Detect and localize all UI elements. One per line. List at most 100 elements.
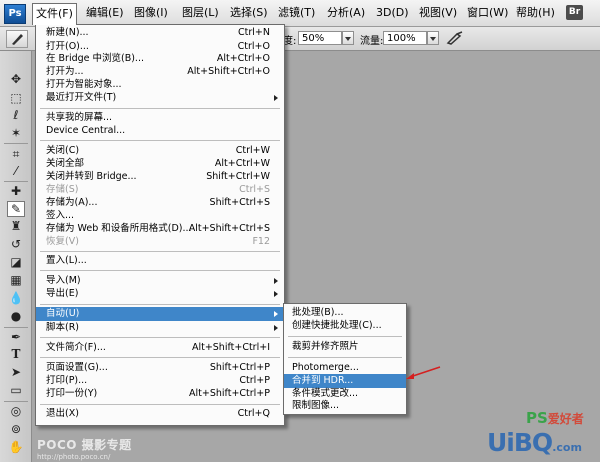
automate-submenu: 批处理(B)... 创建快捷批处理(C)... 裁剪并修齐照片 Photomer… bbox=[283, 303, 407, 415]
flow-label: 流量: bbox=[360, 36, 384, 47]
menu-separator bbox=[40, 251, 280, 252]
eyedropper-tool-icon[interactable]: ⁄ bbox=[8, 164, 24, 178]
menu-item-close-all[interactable]: 关闭全部 Alt+Ctrl+W bbox=[36, 157, 284, 171]
hand-tool-icon[interactable]: ✋ bbox=[8, 440, 24, 454]
gradient-tool-icon[interactable]: ▦ bbox=[8, 273, 24, 287]
eraser-tool-icon[interactable]: ◪ bbox=[8, 255, 24, 269]
menu-file[interactable]: 文件(F) bbox=[32, 3, 77, 25]
menu-item-automate[interactable]: 自动(U) bbox=[36, 307, 284, 321]
poco-watermark: POCO 摄影专题 http://photo.poco.cn/ bbox=[37, 438, 132, 461]
menu-item-new[interactable]: 新建(N)... Ctrl+N bbox=[36, 26, 284, 40]
crop-tool-icon[interactable]: ⌗ bbox=[8, 147, 24, 161]
menu-item-close-go-bridge[interactable]: 关闭并转到 Bridge... Shift+Ctrl+W bbox=[36, 170, 284, 184]
menu-image[interactable]: 图像(I) bbox=[131, 3, 171, 22]
marquee-tool-icon[interactable]: ⬚ bbox=[8, 91, 24, 105]
opacity-input[interactable]: 50% bbox=[298, 31, 342, 45]
menu-item-import[interactable]: 导入(M) bbox=[36, 274, 284, 288]
tools-divider bbox=[4, 143, 28, 144]
bridge-button[interactable]: Br bbox=[566, 5, 583, 20]
menu-item-save-for-web[interactable]: 存储为 Web 和设备所用格式(D)... Alt+Shift+Ctrl+S bbox=[36, 222, 284, 236]
submenu-item-batch[interactable]: 批处理(B)... bbox=[284, 306, 406, 320]
menu-item-scripts[interactable]: 脚本(R) bbox=[36, 321, 284, 335]
menu-item-print[interactable]: 打印(P)... Ctrl+P bbox=[36, 374, 284, 388]
submenu-item-photomerge[interactable]: Photomerge... bbox=[284, 361, 406, 375]
menu-item-close[interactable]: 关闭(C) Ctrl+W bbox=[36, 144, 284, 158]
flow-dropdown[interactable] bbox=[427, 31, 439, 45]
submenu-item-merge-hdr[interactable]: 合并到 HDR... bbox=[284, 374, 406, 388]
menu-item-open-smart-object[interactable]: 打开为智能对象... bbox=[36, 78, 284, 92]
menu-bar: Ps 文件(F) 编辑(E) 图像(I) 图层(L) 选择(S) 滤镜(T) 分… bbox=[0, 0, 600, 27]
menu-item-print-one-copy[interactable]: 打印一份(Y) Alt+Shift+Ctrl+P bbox=[36, 387, 284, 401]
ps-lovers-watermark: PS爱好者 bbox=[526, 409, 584, 427]
menu-item-exit[interactable]: 退出(X) Ctrl+Q bbox=[36, 407, 284, 421]
menu-window[interactable]: 窗口(W) bbox=[464, 3, 511, 22]
tool-preset-picker[interactable] bbox=[6, 30, 28, 48]
menu-separator bbox=[40, 304, 280, 305]
submenu-item-fit-image[interactable]: 限制图像... bbox=[284, 399, 406, 413]
menu-separator bbox=[40, 108, 280, 109]
menu-item-share-screen[interactable]: 共享我的屏幕... bbox=[36, 111, 284, 125]
path-selection-tool-icon[interactable]: ➤ bbox=[8, 365, 24, 379]
menu-item-revert[interactable]: 恢复(V) F12 bbox=[36, 235, 284, 249]
menu-analysis[interactable]: 分析(A) bbox=[324, 3, 368, 22]
healing-brush-tool-icon[interactable]: ✚ bbox=[8, 184, 24, 198]
menu-separator bbox=[288, 336, 402, 337]
lasso-tool-icon[interactable]: ℓ bbox=[8, 108, 24, 122]
brush-tool-icon[interactable]: ✎ bbox=[7, 201, 25, 217]
menu-separator bbox=[40, 140, 280, 141]
uibq-watermark: UiBQ.com bbox=[487, 428, 582, 457]
menu-item-device-central[interactable]: Device Central... bbox=[36, 124, 284, 138]
shape-tool-icon[interactable]: ▭ bbox=[8, 383, 24, 397]
menu-help[interactable]: 帮助(H) bbox=[513, 3, 558, 22]
menu-item-save-as[interactable]: 存储为(A)... Shift+Ctrl+S bbox=[36, 196, 284, 210]
menu-separator bbox=[40, 357, 280, 358]
blur-tool-icon[interactable]: 💧 bbox=[8, 291, 24, 305]
opacity-label: 度: bbox=[283, 36, 297, 47]
history-brush-tool-icon[interactable]: ↺ bbox=[8, 237, 24, 251]
menu-item-export[interactable]: 导出(E) bbox=[36, 287, 284, 301]
submenu-item-create-droplet[interactable]: 创建快捷批处理(C)... bbox=[284, 319, 406, 333]
menu-item-open-as[interactable]: 打开为... Alt+Shift+Ctrl+O bbox=[36, 65, 284, 79]
menu-3d[interactable]: 3D(D) bbox=[373, 3, 412, 22]
submenu-arrow-icon bbox=[274, 278, 278, 284]
opacity-dropdown[interactable] bbox=[342, 31, 354, 45]
dodge-tool-icon[interactable]: ● bbox=[8, 309, 24, 323]
clone-stamp-tool-icon[interactable]: ♜ bbox=[8, 219, 24, 233]
menu-select[interactable]: 选择(S) bbox=[227, 3, 271, 22]
type-tool-icon[interactable]: T bbox=[8, 347, 24, 361]
pen-tool-icon[interactable]: ✒ bbox=[8, 330, 24, 344]
submenu-arrow-icon bbox=[274, 95, 278, 101]
menu-filter[interactable]: 滤镜(T) bbox=[275, 3, 318, 22]
move-tool-icon[interactable]: ✥ bbox=[8, 72, 24, 86]
menu-item-page-setup[interactable]: 页面设置(G)... Shift+Ctrl+P bbox=[36, 361, 284, 375]
menu-item-save[interactable]: 存储(S) Ctrl+S bbox=[36, 183, 284, 197]
menu-layer[interactable]: 图层(L) bbox=[179, 3, 222, 22]
tools-divider bbox=[4, 401, 28, 402]
airbrush-toggle[interactable] bbox=[445, 31, 465, 46]
file-menu-dropdown: 新建(N)... Ctrl+N 打开(O)... Ctrl+O 在 Bridge 中… bbox=[35, 24, 285, 426]
menu-item-place[interactable]: 置入(L)... bbox=[36, 254, 284, 268]
flow-input[interactable]: 100% bbox=[383, 31, 427, 45]
tools-divider bbox=[4, 327, 28, 328]
submenu-arrow-icon bbox=[274, 325, 278, 331]
magic-wand-tool-icon[interactable]: ✶ bbox=[8, 126, 24, 140]
brush-icon bbox=[12, 34, 23, 45]
menu-item-recent-files[interactable]: 最近打开文件(T) bbox=[36, 91, 284, 105]
submenu-item-crop-straighten[interactable]: 裁剪并修齐照片 bbox=[284, 340, 406, 354]
menu-item-check-in[interactable]: 签入... bbox=[36, 209, 284, 223]
3d-rotate-tool-icon[interactable]: ◎ bbox=[8, 404, 24, 418]
menu-separator bbox=[40, 270, 280, 271]
3d-orbit-tool-icon[interactable]: ⊚ bbox=[8, 422, 24, 436]
tools-panel: ✥ ⬚ ℓ ✶ ⌗ ⁄ ✚ ✎ ♜ ↺ ◪ ▦ 💧 ● ✒ T ➤ ▭ ◎ ⊚ … bbox=[0, 51, 32, 462]
menu-item-file-info[interactable]: 文件简介(F)... Alt+Shift+Ctrl+I bbox=[36, 341, 284, 355]
photoshop-logo: Ps bbox=[4, 4, 26, 24]
menu-separator bbox=[40, 337, 280, 338]
menu-separator bbox=[40, 404, 280, 405]
submenu-arrow-icon bbox=[274, 291, 278, 297]
tools-divider bbox=[4, 181, 28, 182]
menu-edit[interactable]: 编辑(E) bbox=[83, 3, 127, 22]
menu-item-browse-bridge[interactable]: 在 Bridge 中浏览(B)... Alt+Ctrl+O bbox=[36, 52, 284, 66]
submenu-arrow-icon bbox=[274, 311, 278, 317]
menu-view[interactable]: 视图(V) bbox=[416, 3, 460, 22]
menu-separator bbox=[288, 357, 402, 358]
